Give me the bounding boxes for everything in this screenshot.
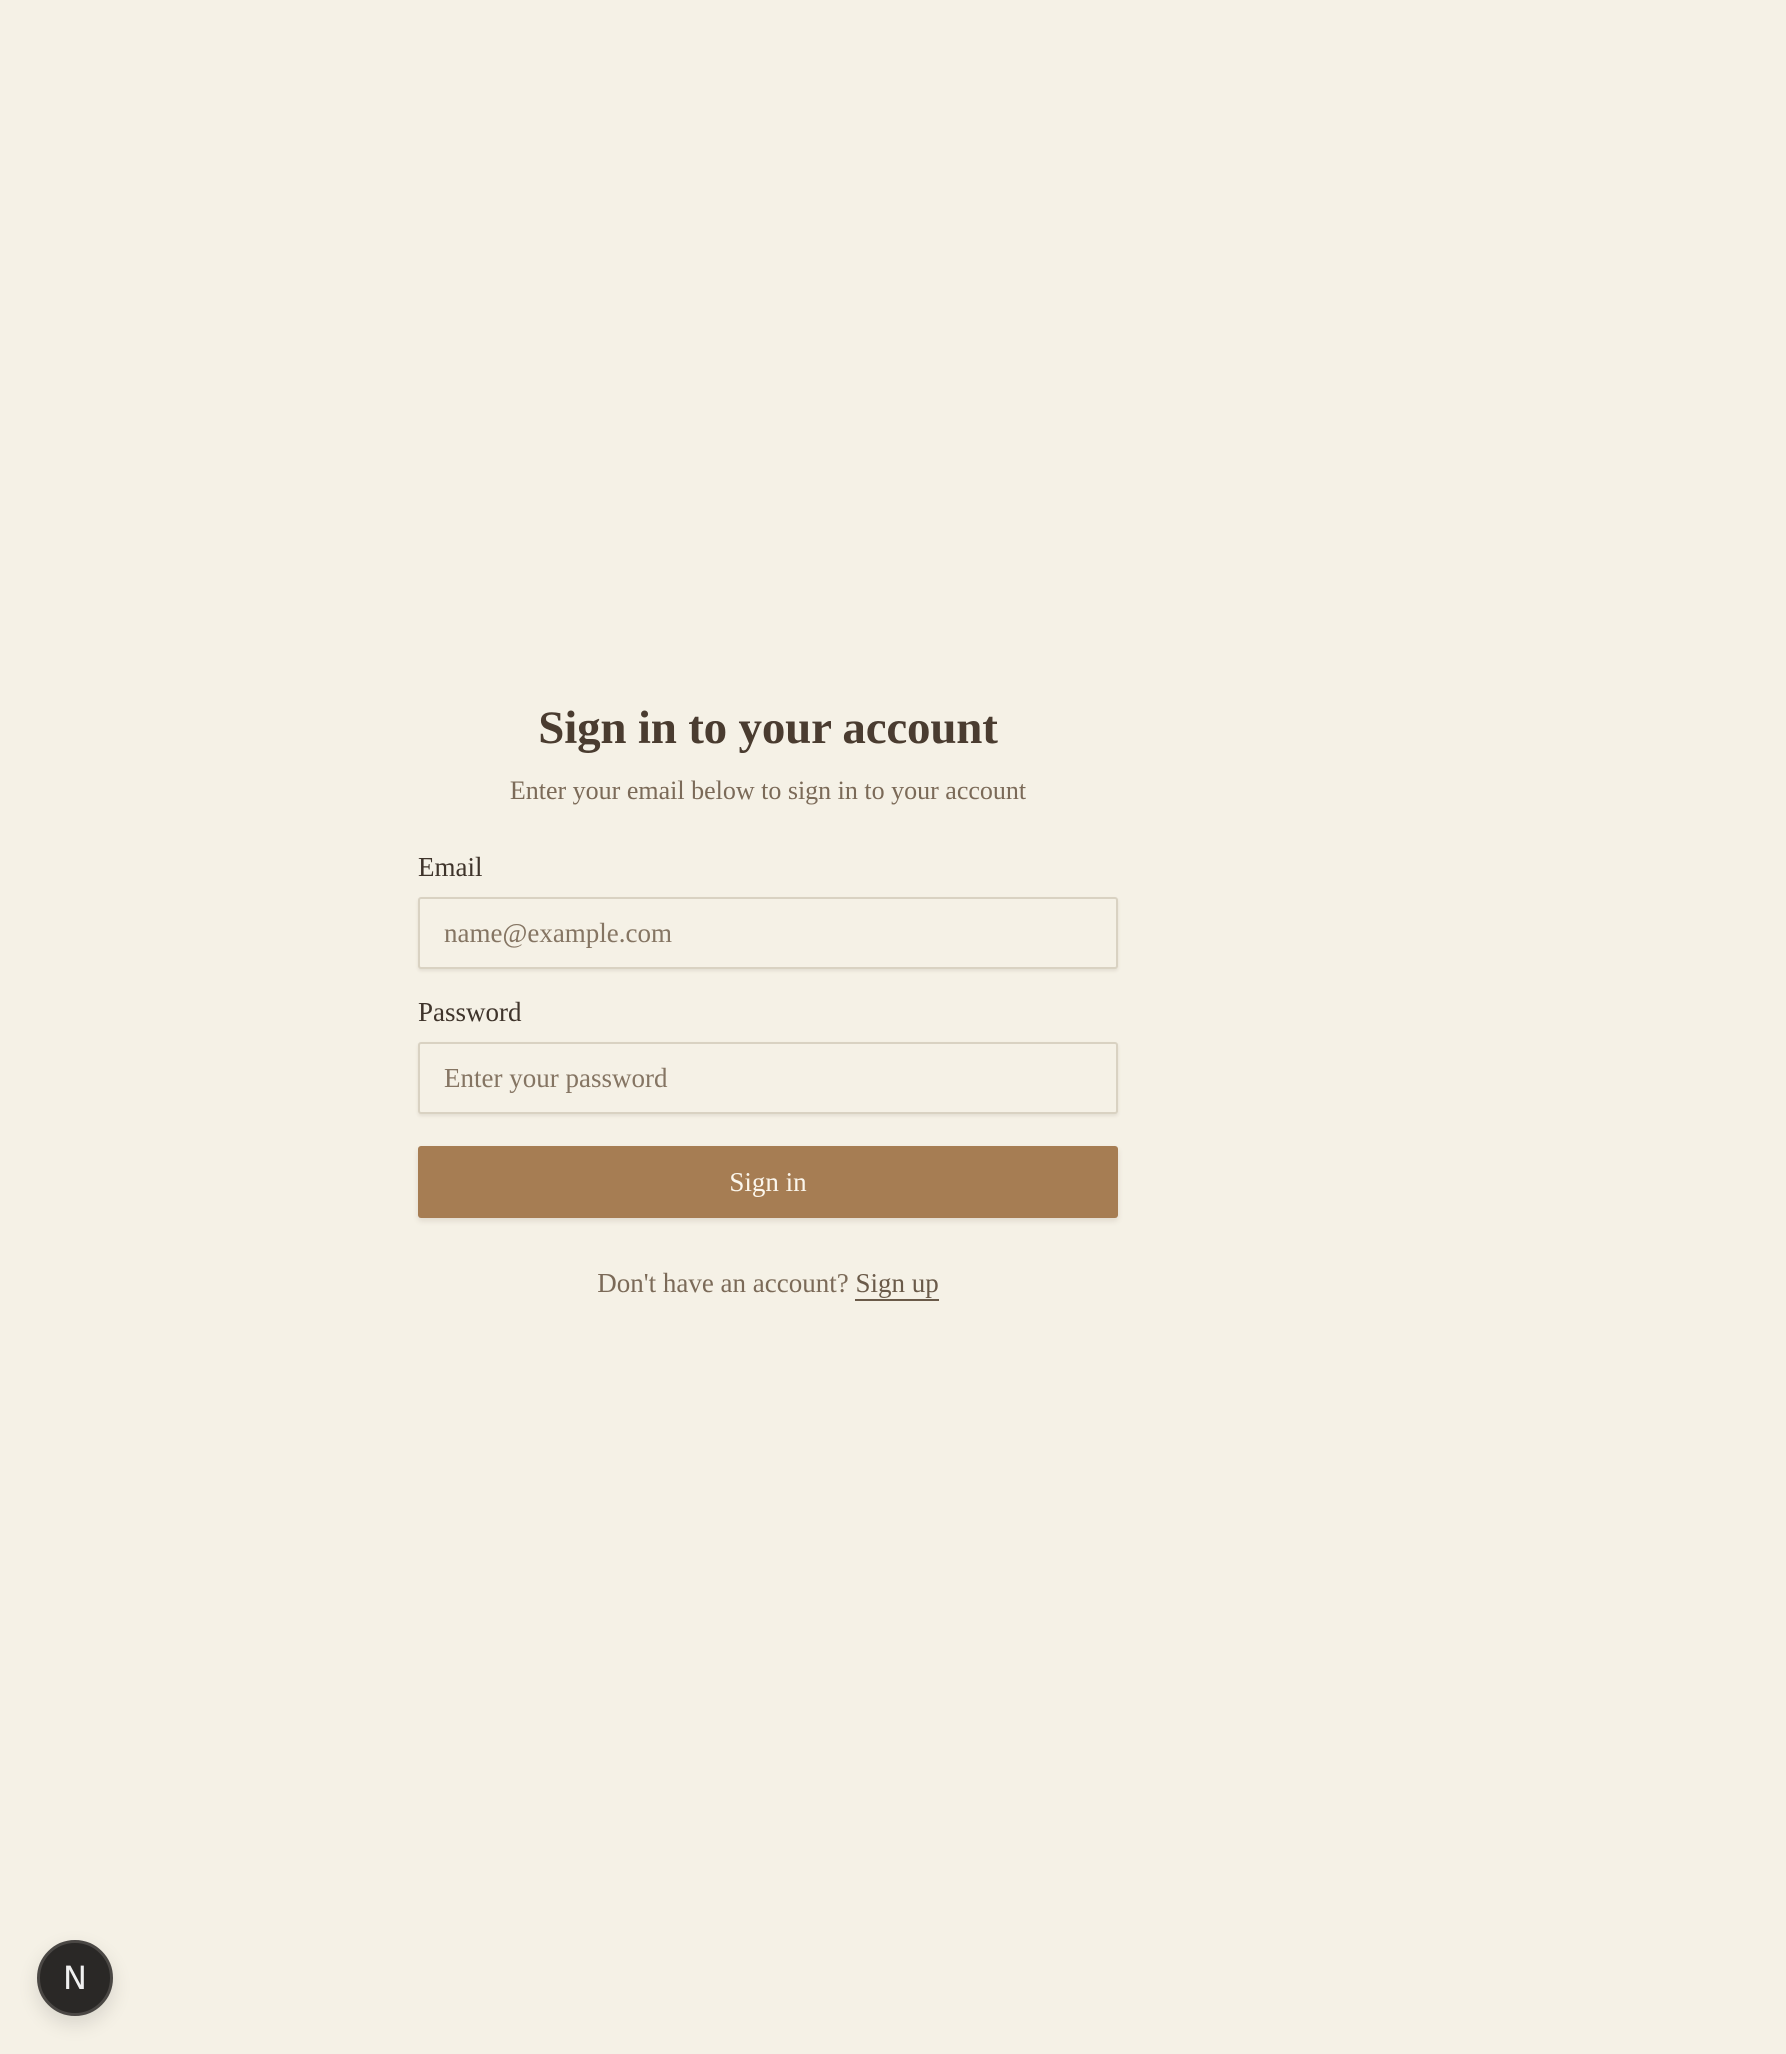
email-label: Email xyxy=(418,852,483,883)
page-title: Sign in to your account xyxy=(538,702,998,754)
sign-up-link[interactable]: Sign up xyxy=(855,1268,939,1302)
page-subtitle: Enter your email below to sign in to you… xyxy=(509,776,1027,806)
password-group: Password xyxy=(418,997,1118,1115)
email-group: Email xyxy=(418,852,1118,970)
nextjs-logo-icon[interactable]: N xyxy=(37,1940,113,2016)
sign-in-form: Email Password Sign in xyxy=(418,852,1118,1219)
signup-prompt-text: Don't have an account? xyxy=(597,1268,849,1299)
email-field[interactable] xyxy=(418,897,1118,970)
sign-in-button[interactable]: Sign in xyxy=(418,1146,1118,1219)
devtools-badge-letter: N xyxy=(63,1959,87,1997)
password-label: Password xyxy=(418,997,522,1028)
signup-prompt-row: Don't have an account? Sign up xyxy=(418,1268,1118,1302)
sign-in-card: Sign in to your account Enter your email… xyxy=(418,700,1118,1302)
password-field[interactable] xyxy=(418,1042,1118,1115)
